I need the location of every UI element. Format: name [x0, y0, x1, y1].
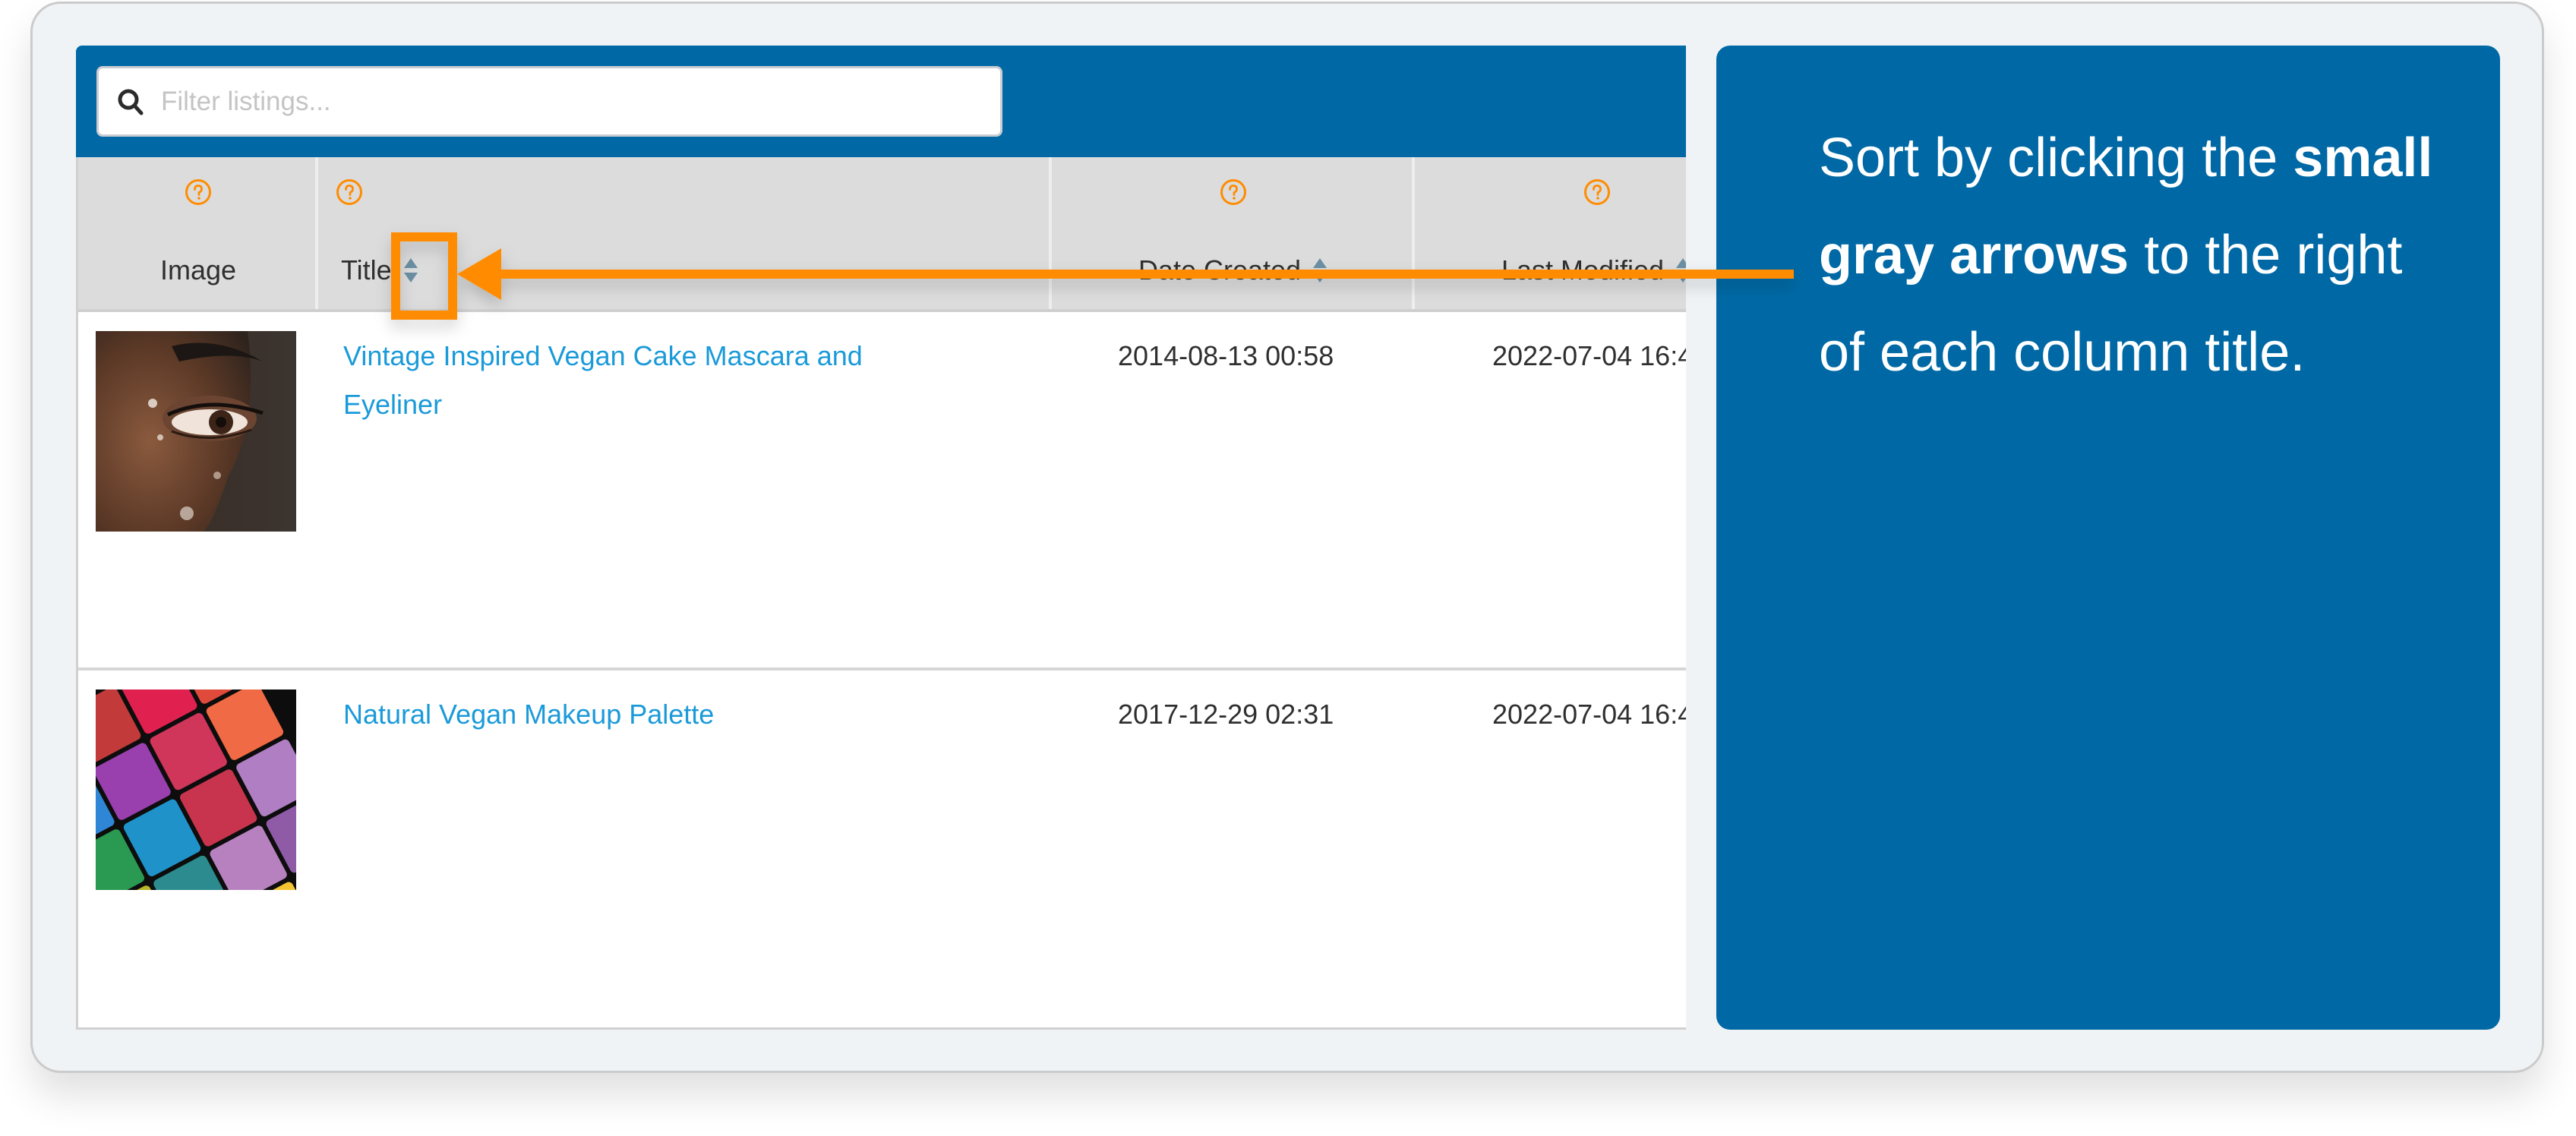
listing-table-widget: Image Title Date Crea: [76, 46, 1686, 1030]
listing-toolbar: [76, 46, 1686, 157]
column-header-image: Image: [78, 157, 318, 309]
listings-table: Image Title Date Created Last Modified V…: [76, 157, 1686, 1030]
column-label-title[interactable]: Title: [341, 254, 419, 286]
instruction-callout: Sort by clicking the small gray arrows t…: [1716, 46, 2500, 1030]
column-title-text: Title: [341, 254, 392, 286]
sort-arrows-icon[interactable]: [1675, 257, 1686, 284]
callout-text: Sort by clicking the small gray arrows t…: [1819, 109, 2442, 401]
help-circle-icon[interactable]: [185, 178, 212, 206]
listing-title-link[interactable]: Vintage Inspired Vegan Cake Mascara and …: [343, 332, 920, 429]
date-created-value: 2014-08-13 00:58: [1118, 340, 1334, 371]
column-label-date-created[interactable]: Date Created: [1052, 254, 1415, 286]
column-title-text: Last Modified: [1501, 254, 1665, 286]
sort-arrows-icon[interactable]: [1312, 257, 1328, 284]
table-row: Natural Vegan Makeup Palette 2017-12-29 …: [78, 671, 1686, 1029]
search-icon: [115, 87, 146, 117]
last-modified-value: 2022-07-04 16:4: [1492, 699, 1686, 730]
filter-listings-input[interactable]: [161, 86, 1000, 117]
column-header-title: Title: [318, 157, 1052, 309]
column-header-last-modified: Last Modified: [1415, 157, 1686, 309]
filter-search-box[interactable]: [96, 66, 1002, 137]
help-circle-icon[interactable]: [336, 178, 363, 206]
column-header-date-created: Date Created: [1052, 157, 1415, 309]
eyeshadow-palette-thumbnail[interactable]: [96, 689, 296, 890]
column-title-text: Image: [159, 254, 237, 286]
column-title-text: Date Created: [1138, 254, 1302, 286]
table-row: Vintage Inspired Vegan Cake Mascara and …: [78, 312, 1686, 671]
help-circle-icon[interactable]: [1220, 178, 1247, 206]
last-modified-value: 2022-07-04 16:4: [1492, 340, 1686, 371]
date-created-value: 2017-12-29 02:31: [1118, 699, 1334, 730]
callout-text-plain: Sort by clicking the: [1819, 128, 2293, 188]
column-label-image: Image: [78, 254, 318, 286]
column-label-last-modified[interactable]: Last Modified: [1415, 254, 1686, 286]
eye-closeup-thumbnail[interactable]: [96, 331, 296, 532]
help-circle-icon[interactable]: [1583, 178, 1611, 206]
listing-title-link[interactable]: Natural Vegan Makeup Palette: [343, 690, 920, 739]
table-header: Image Title Date Created Last Modified: [78, 157, 1686, 312]
sort-arrows-icon[interactable]: [402, 257, 419, 284]
